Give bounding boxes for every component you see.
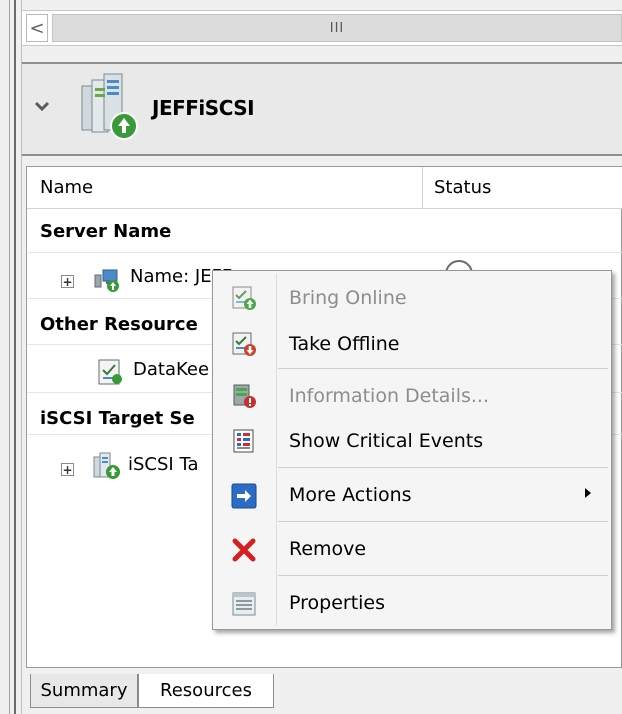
properties-icon bbox=[232, 592, 256, 616]
group-other-resources: Other Resource bbox=[40, 314, 198, 335]
group-iscsi-target: iSCSI Target Se bbox=[40, 408, 195, 429]
menu-icon-gutter bbox=[276, 274, 277, 626]
chevron-down-icon[interactable] bbox=[33, 97, 51, 115]
frame-divider bbox=[9, 0, 10, 714]
remove-icon bbox=[232, 538, 256, 562]
critical-events-icon bbox=[233, 429, 254, 453]
group-server-name: Server Name bbox=[40, 221, 172, 242]
menu-item-take-offline[interactable]: Take Offline bbox=[289, 333, 400, 355]
menu-separator bbox=[278, 521, 608, 522]
scrollbar-thumb[interactable]: III bbox=[52, 14, 622, 42]
expand-toggle[interactable]: + bbox=[61, 275, 74, 288]
menu-item-properties[interactable]: Properties bbox=[289, 592, 385, 614]
menu-separator bbox=[278, 575, 608, 576]
splitter-bar[interactable] bbox=[14, 0, 16, 714]
bring-online-icon bbox=[232, 286, 256, 310]
tab-summary[interactable]: Summary bbox=[30, 674, 138, 708]
column-header-name[interactable]: Name bbox=[40, 177, 93, 198]
scroll-left-button[interactable]: < bbox=[26, 14, 48, 42]
expand-toggle[interactable]: + bbox=[61, 463, 74, 476]
tab-resources[interactable]: Resources bbox=[138, 674, 274, 708]
window-frame-left bbox=[0, 0, 22, 714]
submenu-arrow-icon bbox=[585, 488, 591, 498]
take-offline-icon bbox=[232, 332, 256, 356]
column-header-status[interactable]: Status bbox=[434, 177, 491, 198]
information-details-icon bbox=[233, 384, 256, 408]
server-title: JEFFiSCSI bbox=[152, 96, 255, 120]
row-divider bbox=[27, 252, 622, 253]
menu-separator bbox=[278, 467, 608, 468]
menu-item-show-critical-events[interactable]: Show Critical Events bbox=[289, 430, 483, 452]
column-separator[interactable] bbox=[422, 167, 423, 209]
row-iscsi-target-label[interactable]: iSCSI Ta bbox=[128, 454, 199, 475]
menu-item-remove[interactable]: Remove bbox=[289, 538, 366, 560]
column-header-row bbox=[27, 167, 622, 209]
datakeeper-icon bbox=[98, 359, 122, 385]
iscsi-target-icon bbox=[93, 452, 120, 479]
menu-item-information-details[interactable]: Information Details... bbox=[289, 385, 489, 407]
more-actions-icon bbox=[231, 483, 257, 509]
menu-item-bring-online[interactable]: Bring Online bbox=[289, 287, 407, 309]
menu-item-more-actions[interactable]: More Actions bbox=[289, 484, 412, 506]
row-datakeeper-label[interactable]: DataKee bbox=[133, 359, 209, 380]
server-icon bbox=[81, 73, 138, 140]
menu-separator bbox=[278, 368, 608, 369]
resource-ip-icon bbox=[94, 269, 119, 292]
